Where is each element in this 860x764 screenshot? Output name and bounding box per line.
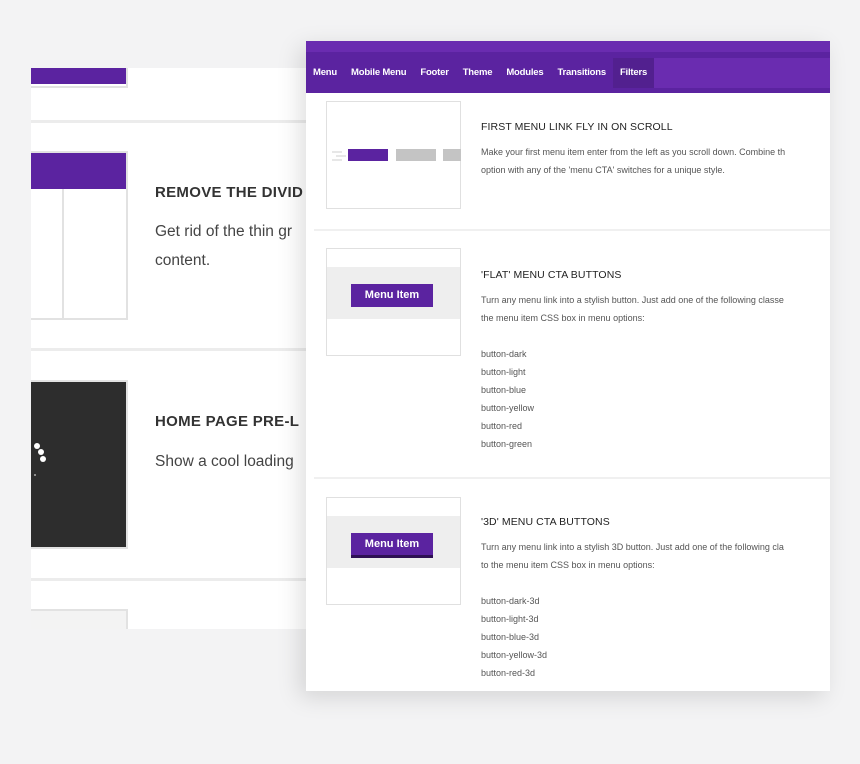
feature-desc-line: Get rid of the thin gr xyxy=(155,223,292,240)
tab-theme[interactable]: Theme xyxy=(456,58,500,88)
css-class-item: button-yellow-3d xyxy=(481,650,548,660)
divider xyxy=(31,348,321,351)
tab-mobile-menu[interactable]: Mobile Menu xyxy=(344,58,413,88)
thumbnail-remove-dividers xyxy=(31,151,128,320)
feature-3d-cta-buttons: Menu Item '3D' MENU CTA BUTTONS Turn any… xyxy=(306,479,830,691)
feature-flat-cta-buttons: Menu Item 'FLAT' MENU CTA BUTTONS Turn a… xyxy=(306,231,830,476)
thumbnail-header-bar xyxy=(31,153,126,189)
css-class-item: button-red-3d xyxy=(481,668,536,678)
css-class-list: button-dark-3d button-light-3d button-bl… xyxy=(481,592,547,682)
css-class-item: button-blue-3d xyxy=(481,632,540,642)
css-class-list: button-dark button-light button-blue but… xyxy=(481,345,534,453)
css-class-item: button-light-3d xyxy=(481,614,539,624)
css-class-item: button-light xyxy=(481,367,526,377)
feature-desc-line: Turn any menu link into a stylish 3D but… xyxy=(481,542,784,552)
feature-title: FIRST MENU LINK FLY IN ON SCROLL xyxy=(481,121,673,133)
feature-desc-line: the menu item CSS box in menu options: xyxy=(481,313,645,323)
loading-spinner-icon xyxy=(34,443,46,476)
feature-title: REMOVE THE DIVID xyxy=(155,184,304,201)
css-class-item: button-yellow xyxy=(481,403,535,413)
feature-title: '3D' MENU CTA BUTTONS xyxy=(481,516,610,528)
feature-desc-line: Make your first menu item enter from the… xyxy=(481,147,786,157)
fly-in-motion-icon xyxy=(332,149,461,161)
feature-desc-line: content. xyxy=(155,252,211,269)
css-class-item: button-green xyxy=(481,439,533,449)
back-panel: REMOVE THE DIVID Get rid of the thin gr … xyxy=(31,68,321,629)
tab-menu[interactable]: Menu xyxy=(306,58,344,88)
css-class-item: button-dark-3d xyxy=(481,596,540,606)
purple-bar xyxy=(31,68,126,84)
column-divider-line xyxy=(62,189,64,318)
thumbnail-fly-in xyxy=(326,101,461,209)
options-tab-bar: Menu Mobile Menu Footer Theme Modules Tr… xyxy=(306,41,830,93)
css-class-item: button-blue xyxy=(481,385,527,395)
menu-item-flat-button[interactable]: Menu Item xyxy=(351,284,433,307)
css-class-item: button-dark xyxy=(481,349,527,359)
feature-desc-line: Turn any menu link into a stylish button… xyxy=(481,295,784,305)
tab-footer[interactable]: Footer xyxy=(413,58,455,88)
tab-bar-filler xyxy=(654,57,830,88)
feature-desc-line: to the menu item CSS box in menu options… xyxy=(481,560,655,570)
thumbnail-3d-button: Menu Item xyxy=(326,497,461,605)
css-class-item: button-red xyxy=(481,421,523,431)
thumbnail-partial-bottom xyxy=(31,609,128,629)
tab-transitions[interactable]: Transitions xyxy=(550,58,612,88)
thumbnail-flat-button: Menu Item xyxy=(326,248,461,356)
thumbnail-band: Menu Item xyxy=(327,516,460,568)
tab-filters[interactable]: Filters xyxy=(612,57,655,88)
menu-item-3d-button[interactable]: Menu Item xyxy=(351,533,433,555)
feature-desc-line: Show a cool loading xyxy=(155,453,294,470)
feature-title: HOME PAGE PRE-L xyxy=(155,413,300,430)
feature-first-menu-link: FIRST MENU LINK FLY IN ON SCROLL Make yo… xyxy=(306,93,830,229)
thumbnail-preloader xyxy=(31,380,128,549)
feature-title: 'FLAT' MENU CTA BUTTONS xyxy=(481,269,622,281)
divider xyxy=(31,120,321,123)
feature-desc-line: option with any of the 'menu CTA' switch… xyxy=(481,165,725,175)
tab-modules[interactable]: Modules xyxy=(499,58,550,88)
thumbnail-band: Menu Item xyxy=(327,267,460,319)
divider xyxy=(31,578,321,581)
front-panel: Menu Mobile Menu Footer Theme Modules Tr… xyxy=(306,41,830,691)
thumbnail-partial-top xyxy=(31,68,128,88)
